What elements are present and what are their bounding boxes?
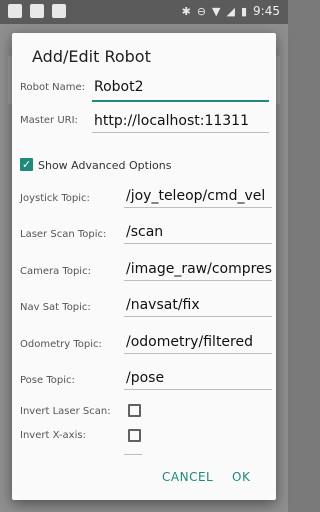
status-bar: ✱ ⊖ ▼ ◢ ▮ 9:45: [0, 0, 288, 24]
odometry-topic-label: Odometry Topic:: [20, 339, 102, 350]
camera-topic-underline: [124, 280, 272, 281]
pose-topic-input[interactable]: /pose: [126, 370, 272, 386]
odometry-topic-input[interactable]: /odometry/filtered: [126, 334, 272, 350]
robot-name-label: Robot Name:: [20, 82, 86, 93]
camera-topic-label: Camera Topic:: [20, 266, 91, 277]
show-advanced-checkbox[interactable]: ✓: [20, 158, 33, 171]
master-uri-underline: [92, 132, 269, 133]
invert-laser-scan-label: Invert Laser Scan:: [20, 406, 111, 417]
cancel-button[interactable]: CANCEL: [162, 470, 213, 484]
square-icon: [30, 4, 44, 18]
laser-scan-topic-input[interactable]: /scan: [126, 224, 272, 240]
image-icon: [8, 4, 22, 18]
nav-sat-topic-underline: [124, 316, 272, 317]
master-uri-label: Master URI:: [20, 115, 78, 126]
joystick-topic-label: Joystick Topic:: [20, 193, 90, 204]
robot-name-input[interactable]: Robot2: [94, 79, 268, 95]
nav-sat-topic-label: Nav Sat Topic:: [20, 302, 91, 313]
ok-button[interactable]: OK: [232, 470, 250, 484]
battery-icon: ▮: [240, 4, 248, 18]
show-advanced-label: Show Advanced Options: [38, 159, 172, 172]
scroll-hint-line: [124, 454, 142, 455]
master-uri-input[interactable]: http://localhost:11311: [94, 113, 268, 129]
laser-scan-topic-label: Laser Scan Topic:: [20, 229, 107, 240]
invert-x-axis-label: Invert X-axis:: [20, 430, 86, 441]
joystick-topic-underline: [124, 207, 272, 208]
cat-icon: [52, 4, 66, 18]
nav-sat-topic-input[interactable]: /navsat/fix: [126, 297, 272, 313]
dialog-title: Add/Edit Robot: [32, 47, 151, 66]
pose-topic-label: Pose Topic:: [20, 375, 75, 386]
bluetooth-icon: ✱: [181, 4, 191, 18]
minus-circle-icon: ⊖: [196, 4, 207, 18]
signal-icon: ◢: [226, 4, 235, 18]
odometry-topic-underline: [124, 353, 272, 354]
laser-scan-topic-underline: [124, 243, 272, 244]
camera-topic-input[interactable]: /image_raw/compresse: [126, 261, 272, 277]
robot-name-underline: [92, 100, 269, 102]
invert-laser-scan-checkbox[interactable]: [128, 404, 141, 417]
pose-topic-underline: [124, 389, 272, 390]
wifi-icon: ▼: [212, 4, 221, 18]
invert-x-axis-checkbox[interactable]: [128, 429, 141, 442]
joystick-topic-input[interactable]: /joy_teleop/cmd_vel: [126, 188, 272, 204]
add-edit-robot-dialog: Add/Edit Robot Robot Name: Robot2 Master…: [12, 33, 276, 500]
status-time: 9:45: [253, 4, 280, 18]
